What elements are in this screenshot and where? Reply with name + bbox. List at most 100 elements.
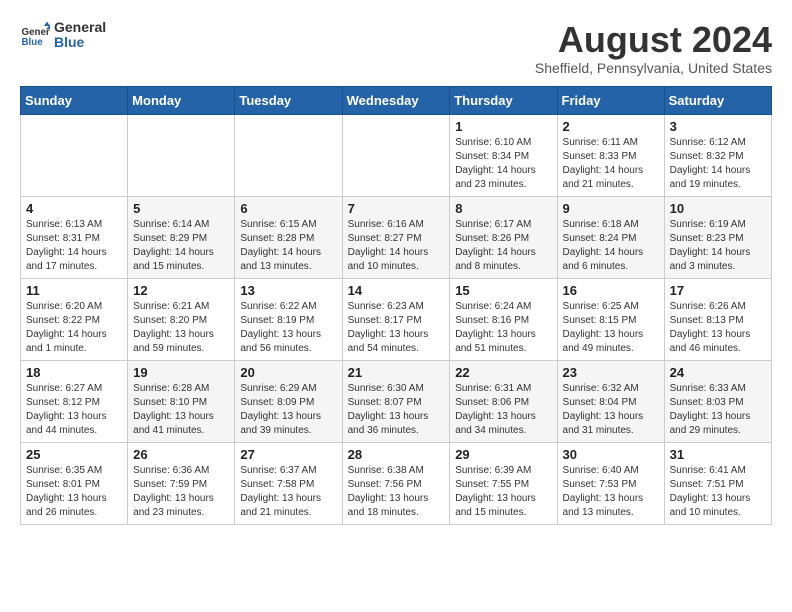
calendar-cell: 25 Sunrise: 6:35 AM Sunset: 8:01 PM Dayli… — [21, 442, 128, 524]
day-info: Sunrise: 6:38 AM Sunset: 7:56 PM Dayligh… — [348, 464, 445, 520]
calendar-cell: 26 Sunrise: 6:36 AM Sunset: 7:59 PM Dayli… — [128, 442, 235, 524]
day-info: Sunrise: 6:19 AM Sunset: 8:23 PM Dayligh… — [670, 218, 766, 274]
page-header: General Blue General Blue August 2024 Sh… — [20, 20, 772, 76]
calendar-cell: 18Sunrise: 6:27 AM Sunset: 8:12 PM Dayli… — [21, 360, 128, 442]
title-block: August 2024 Sheffield, Pennsylvania, Uni… — [535, 20, 772, 76]
day-number: 9 — [563, 201, 659, 216]
day-number: 8 — [455, 201, 551, 216]
calendar-cell: 6 Sunrise: 6:15 AM Sunset: 8:28 PM Daylig… — [235, 196, 342, 278]
calendar-cell: 30 Sunrise: 6:40 AM Sunset: 7:53 PM Dayli… — [557, 442, 664, 524]
day-number: 1 — [455, 119, 551, 134]
day-info: Sunrise: 6:28 AM Sunset: 8:10 PM Dayligh… — [133, 382, 229, 438]
day-number: 31 — [670, 447, 766, 462]
day-info: Sunrise: 6:20 AM Sunset: 8:22 PM Dayligh… — [26, 300, 122, 356]
svg-text:Blue: Blue — [22, 37, 44, 48]
logo-blue: Blue — [54, 35, 106, 50]
calendar-cell: 20Sunrise: 6:29 AM Sunset: 8:09 PM Dayli… — [235, 360, 342, 442]
day-number: 6 — [240, 201, 336, 216]
day-info: Sunrise: 6:23 AM Sunset: 8:17 PM Dayligh… — [348, 300, 445, 356]
calendar-week-row: 4 Sunrise: 6:13 AM Sunset: 8:31 PM Daylig… — [21, 196, 772, 278]
weekday-header-wednesday: Wednesday — [342, 86, 450, 114]
day-info: Sunrise: 6:12 AM Sunset: 8:32 PM Dayligh… — [670, 136, 766, 192]
day-info: Sunrise: 6:29 AM Sunset: 8:09 PM Dayligh… — [240, 382, 336, 438]
calendar-cell: 15 Sunrise: 6:24 AM Sunset: 8:16 PM Dayli… — [450, 278, 557, 360]
day-number: 13 — [240, 283, 336, 298]
calendar-cell: 27Sunrise: 6:37 AM Sunset: 7:58 PM Dayli… — [235, 442, 342, 524]
day-info: Sunrise: 6:31 AM Sunset: 8:06 PM Dayligh… — [455, 382, 551, 438]
calendar-cell: 11Sunrise: 6:20 AM Sunset: 8:22 PM Dayli… — [21, 278, 128, 360]
calendar-cell: 2 Sunrise: 6:11 AM Sunset: 8:33 PM Daylig… — [557, 114, 664, 196]
day-info: Sunrise: 6:30 AM Sunset: 8:07 PM Dayligh… — [348, 382, 445, 438]
logo-general: General — [54, 20, 106, 35]
day-number: 5 — [133, 201, 229, 216]
day-number: 27 — [240, 447, 336, 462]
day-number: 17 — [670, 283, 766, 298]
day-info: Sunrise: 6:36 AM Sunset: 7:59 PM Dayligh… — [133, 464, 229, 520]
calendar-cell: 16 Sunrise: 6:25 AM Sunset: 8:15 PM Dayli… — [557, 278, 664, 360]
calendar-cell — [342, 114, 450, 196]
day-info: Sunrise: 6:26 AM Sunset: 8:13 PM Dayligh… — [670, 300, 766, 356]
weekday-header-sunday: Sunday — [21, 86, 128, 114]
logo-icon: General Blue — [20, 20, 50, 50]
weekday-header-row: SundayMondayTuesdayWednesdayThursdayFrid… — [21, 86, 772, 114]
day-info: Sunrise: 6:40 AM Sunset: 7:53 PM Dayligh… — [563, 464, 659, 520]
location: Sheffield, Pennsylvania, United States — [535, 60, 772, 76]
day-number: 16 — [563, 283, 659, 298]
day-info: Sunrise: 6:11 AM Sunset: 8:33 PM Dayligh… — [563, 136, 659, 192]
day-number: 30 — [563, 447, 659, 462]
day-info: Sunrise: 6:41 AM Sunset: 7:51 PM Dayligh… — [670, 464, 766, 520]
day-number: 24 — [670, 365, 766, 380]
weekday-header-thursday: Thursday — [450, 86, 557, 114]
calendar-cell: 9Sunrise: 6:18 AM Sunset: 8:24 PM Daylig… — [557, 196, 664, 278]
calendar-cell: 21 Sunrise: 6:30 AM Sunset: 8:07 PM Dayli… — [342, 360, 450, 442]
day-number: 21 — [348, 365, 445, 380]
day-number: 23 — [563, 365, 659, 380]
day-number: 4 — [26, 201, 122, 216]
day-info: Sunrise: 6:39 AM Sunset: 7:55 PM Dayligh… — [455, 464, 551, 520]
day-number: 25 — [26, 447, 122, 462]
day-number: 14 — [348, 283, 445, 298]
day-info: Sunrise: 6:10 AM Sunset: 8:34 PM Dayligh… — [455, 136, 551, 192]
calendar-table: SundayMondayTuesdayWednesdayThursdayFrid… — [20, 86, 772, 525]
logo: General Blue General Blue — [20, 20, 106, 51]
day-info: Sunrise: 6:24 AM Sunset: 8:16 PM Dayligh… — [455, 300, 551, 356]
calendar-cell: 4 Sunrise: 6:13 AM Sunset: 8:31 PM Daylig… — [21, 196, 128, 278]
day-info: Sunrise: 6:27 AM Sunset: 8:12 PM Dayligh… — [26, 382, 122, 438]
calendar-cell: 5 Sunrise: 6:14 AM Sunset: 8:29 PM Daylig… — [128, 196, 235, 278]
calendar-cell: 28Sunrise: 6:38 AM Sunset: 7:56 PM Dayli… — [342, 442, 450, 524]
calendar-week-row: 18Sunrise: 6:27 AM Sunset: 8:12 PM Dayli… — [21, 360, 772, 442]
day-info: Sunrise: 6:35 AM Sunset: 8:01 PM Dayligh… — [26, 464, 122, 520]
calendar-cell — [235, 114, 342, 196]
calendar-cell: 17 Sunrise: 6:26 AM Sunset: 8:13 PM Dayli… — [664, 278, 771, 360]
day-number: 22 — [455, 365, 551, 380]
day-info: Sunrise: 6:14 AM Sunset: 8:29 PM Dayligh… — [133, 218, 229, 274]
calendar-week-row: 11Sunrise: 6:20 AM Sunset: 8:22 PM Dayli… — [21, 278, 772, 360]
calendar-cell: 8 Sunrise: 6:17 AM Sunset: 8:26 PM Daylig… — [450, 196, 557, 278]
day-number: 2 — [563, 119, 659, 134]
day-number: 26 — [133, 447, 229, 462]
calendar-cell: 13 Sunrise: 6:22 AM Sunset: 8:19 PM Dayli… — [235, 278, 342, 360]
day-number: 15 — [455, 283, 551, 298]
day-number: 29 — [455, 447, 551, 462]
calendar-cell: 3Sunrise: 6:12 AM Sunset: 8:32 PM Daylig… — [664, 114, 771, 196]
day-number: 19 — [133, 365, 229, 380]
month-title: August 2024 — [535, 20, 772, 60]
day-info: Sunrise: 6:21 AM Sunset: 8:20 PM Dayligh… — [133, 300, 229, 356]
calendar-week-row: 25 Sunrise: 6:35 AM Sunset: 8:01 PM Dayli… — [21, 442, 772, 524]
day-info: Sunrise: 6:22 AM Sunset: 8:19 PM Dayligh… — [240, 300, 336, 356]
day-info: Sunrise: 6:15 AM Sunset: 8:28 PM Dayligh… — [240, 218, 336, 274]
weekday-header-tuesday: Tuesday — [235, 86, 342, 114]
calendar-cell: 24 Sunrise: 6:33 AM Sunset: 8:03 PM Dayli… — [664, 360, 771, 442]
calendar-cell: 29 Sunrise: 6:39 AM Sunset: 7:55 PM Dayli… — [450, 442, 557, 524]
day-info: Sunrise: 6:25 AM Sunset: 8:15 PM Dayligh… — [563, 300, 659, 356]
calendar-cell: 7Sunrise: 6:16 AM Sunset: 8:27 PM Daylig… — [342, 196, 450, 278]
day-number: 12 — [133, 283, 229, 298]
day-info: Sunrise: 6:13 AM Sunset: 8:31 PM Dayligh… — [26, 218, 122, 274]
calendar-cell: 31 Sunrise: 6:41 AM Sunset: 7:51 PM Dayli… — [664, 442, 771, 524]
day-info: Sunrise: 6:33 AM Sunset: 8:03 PM Dayligh… — [670, 382, 766, 438]
day-info: Sunrise: 6:32 AM Sunset: 8:04 PM Dayligh… — [563, 382, 659, 438]
calendar-cell: 14 Sunrise: 6:23 AM Sunset: 8:17 PM Dayli… — [342, 278, 450, 360]
day-info: Sunrise: 6:17 AM Sunset: 8:26 PM Dayligh… — [455, 218, 551, 274]
calendar-cell: 10Sunrise: 6:19 AM Sunset: 8:23 PM Dayli… — [664, 196, 771, 278]
calendar-cell: 23 Sunrise: 6:32 AM Sunset: 8:04 PM Dayli… — [557, 360, 664, 442]
